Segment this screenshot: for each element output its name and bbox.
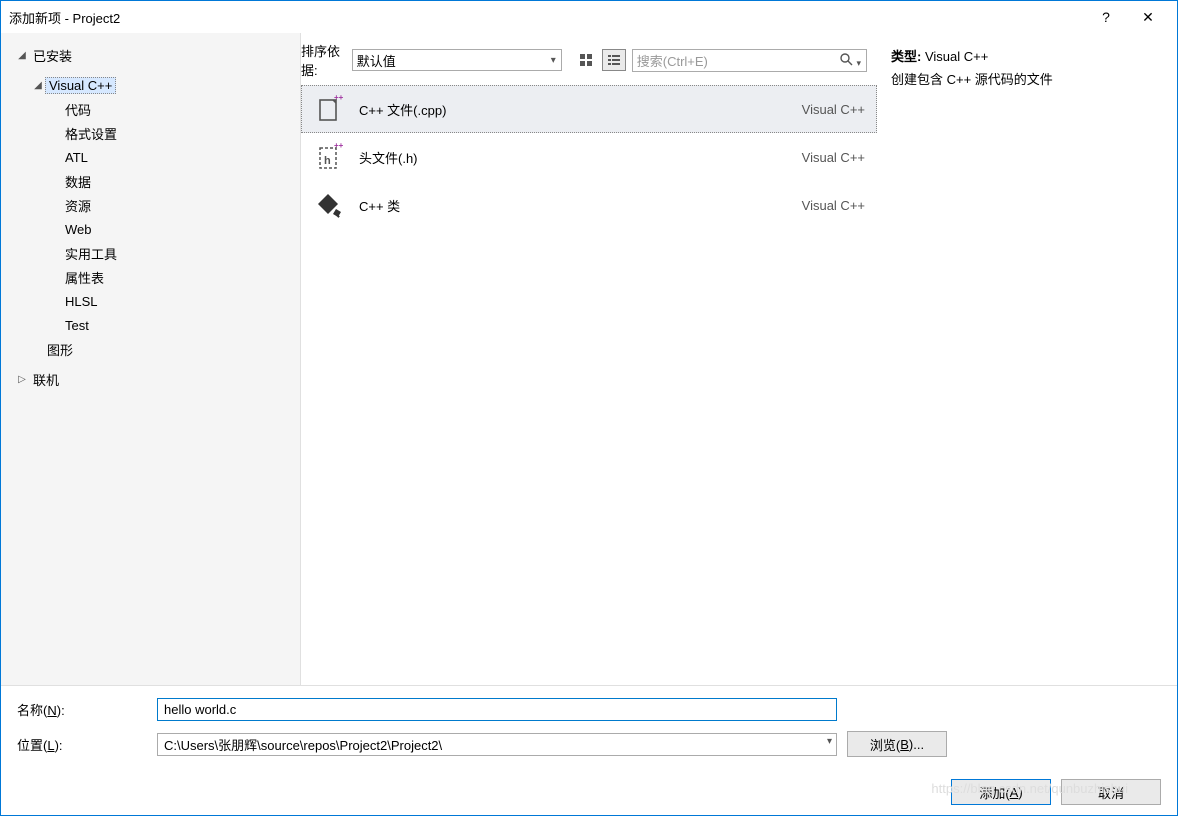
tree-item[interactable]: 资源 (1, 193, 300, 217)
grid-icon (579, 53, 593, 67)
main-area: ◢ 已安装 ◢ Visual C++ 代码格式设置ATL数据资源Web实用工具属… (1, 33, 1177, 685)
tree-visual-cpp[interactable]: ◢ Visual C++ (1, 73, 300, 97)
template-item[interactable]: ++h 头文件(.h) Visual C++ (301, 133, 877, 181)
add-button[interactable]: 添加(A) (951, 779, 1051, 805)
tree-item[interactable]: HLSL (1, 289, 300, 313)
tree-item[interactable]: Web (1, 217, 300, 241)
cancel-button[interactable]: 取消 (1061, 779, 1161, 805)
chevron-down-icon: ◢ (31, 80, 45, 91)
help-button[interactable]: ? (1085, 1, 1127, 33)
cpp-class-icon (313, 189, 345, 221)
view-large-icons[interactable] (574, 49, 598, 71)
details-type: 类型: Visual C++ (891, 45, 1163, 68)
svg-text:h: h (324, 155, 331, 167)
chevron-right-icon: ▷ (15, 374, 29, 385)
window-title: 添加新项 - Project2 (9, 8, 1085, 27)
h-file-icon: ++h (313, 141, 345, 173)
browse-button[interactable]: 浏览(B)... (847, 731, 947, 757)
template-name: C++ 类 (359, 196, 788, 215)
template-item[interactable]: ++ C++ 文件(.cpp) Visual C++ (301, 85, 877, 133)
template-category: Visual C++ (802, 150, 865, 165)
search-placeholder: 搜索(Ctrl+E) (637, 51, 708, 70)
template-name: 头文件(.h) (359, 148, 788, 167)
template-name: C++ 文件(.cpp) (359, 100, 788, 119)
tree-item[interactable]: Test (1, 313, 300, 337)
template-category: Visual C++ (802, 102, 865, 117)
details-panel: 类型: Visual C++ 创建包含 C++ 源代码的文件 (877, 33, 1177, 685)
chevron-down-icon: ◢ (15, 50, 29, 61)
view-details[interactable] (602, 49, 626, 71)
tree-item[interactable]: 代码 (1, 97, 300, 121)
location-field[interactable] (157, 733, 837, 756)
template-list: ++ C++ 文件(.cpp) Visual C++ ++h 头文件(.h) Visual… (301, 85, 877, 685)
tree-item[interactable]: 属性表 (1, 265, 300, 289)
footer-buttons: 添加(A) 取消 (1, 777, 1177, 815)
tree-item[interactable]: ATL (1, 145, 300, 169)
details-description: 创建包含 C++ 源代码的文件 (891, 68, 1163, 91)
category-tree: ◢ 已安装 ◢ Visual C++ 代码格式设置ATL数据资源Web实用工具属… (1, 33, 301, 685)
location-label: 位置(L): (17, 735, 147, 754)
search-input[interactable]: 搜索(Ctrl+E) ▾ (632, 49, 867, 72)
chevron-down-icon[interactable]: ▾ (827, 736, 832, 747)
sort-dropdown[interactable]: 默认值 (352, 49, 562, 71)
tree-item[interactable]: 格式设置 (1, 121, 300, 145)
sort-value: 默认值 (357, 51, 396, 70)
cpp-file-icon: ++ (313, 93, 345, 125)
tree-online[interactable]: ▷ 联机 (1, 367, 300, 391)
titlebar: 添加新项 - Project2 ? ✕ (1, 1, 1177, 33)
tree-item[interactable]: 数据 (1, 169, 300, 193)
tree-graphics[interactable]: 图形 (1, 337, 300, 361)
tree-item[interactable]: 实用工具 (1, 241, 300, 265)
center-toolbar: 排序依据: 默认值 (301, 33, 877, 85)
template-item[interactable]: C++ 类 Visual C++ (301, 181, 877, 229)
name-field[interactable] (157, 698, 837, 721)
bottom-form: 名称(N): 位置(L): ▾ 浏览(B)... (1, 685, 1177, 777)
list-icon (607, 53, 621, 67)
center-panel: 排序依据: 默认值 (301, 33, 877, 685)
search-icon[interactable]: ▾ (839, 52, 861, 69)
name-label: 名称(N): (17, 700, 147, 719)
template-category: Visual C++ (802, 198, 865, 213)
close-button[interactable]: ✕ (1127, 1, 1169, 33)
sort-label: 排序依据: (301, 41, 346, 79)
tree-installed[interactable]: ◢ 已安装 (1, 43, 300, 67)
